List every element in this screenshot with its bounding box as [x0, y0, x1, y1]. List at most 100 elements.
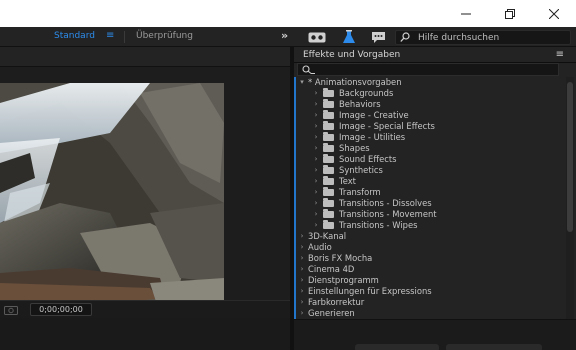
- restore-button[interactable]: [488, 0, 532, 27]
- chevron-right-icon[interactable]: ›: [312, 110, 320, 121]
- chevron-right-icon[interactable]: ›: [298, 264, 306, 275]
- folder-icon: [323, 121, 334, 130]
- tree-item-label: Transitions - Dissolves: [339, 198, 432, 208]
- chevron-right-icon[interactable]: ›: [312, 209, 320, 220]
- tree-item-label: * Animationsvorgaben: [308, 77, 402, 87]
- workspace-overflow-button[interactable]: »: [281, 29, 288, 42]
- help-search-box[interactable]: [395, 30, 571, 45]
- snapshot-camera-icon[interactable]: [4, 304, 18, 315]
- tree-folder-row[interactable]: › Text: [294, 176, 566, 187]
- folder-icon: [323, 209, 334, 218]
- folder-icon: [323, 187, 334, 196]
- panel-title[interactable]: Effekte und Vorgaben: [303, 47, 400, 63]
- tree-item-label: Behaviors: [339, 99, 381, 109]
- lower-panel-button[interactable]: [355, 344, 439, 350]
- window-titlebar: [0, 0, 576, 27]
- workspace-standard-tab[interactable]: Standard: [54, 31, 95, 41]
- folder-icon: [323, 132, 334, 141]
- folder-icon: [323, 143, 334, 152]
- tree-folder-row[interactable]: › Transitions - Dissolves: [294, 198, 566, 209]
- tree-folder-row[interactable]: › Backgrounds: [294, 88, 566, 99]
- tree-category-row[interactable]: ▾ * Animationsvorgaben: [294, 77, 566, 88]
- tree-folder-row[interactable]: › Image - Utilities: [294, 132, 566, 143]
- effects-search-input[interactable]: [318, 64, 554, 75]
- effects-search-box[interactable]: [297, 63, 559, 76]
- search-icon: [400, 32, 410, 42]
- folder-icon: [323, 198, 334, 207]
- vr-headset-icon[interactable]: [306, 30, 328, 44]
- tree-category-row[interactable]: › Boris FX Mocha: [294, 253, 566, 264]
- chevron-right-icon[interactable]: ›: [312, 154, 320, 165]
- tree-category-row[interactable]: › Farbkorrektur: [294, 297, 566, 308]
- chevron-right-icon[interactable]: ›: [312, 198, 320, 209]
- chevron-right-icon[interactable]: ›: [312, 143, 320, 154]
- tree-category-row[interactable]: › Generieren: [294, 308, 566, 319]
- close-icon: [549, 8, 559, 19]
- chevron-right-icon[interactable]: ›: [298, 253, 306, 264]
- search-icon: [302, 65, 315, 74]
- chevron-right-icon[interactable]: ›: [312, 121, 320, 132]
- chevron-down-icon[interactable]: ▾: [298, 77, 306, 88]
- workspace-review-tab[interactable]: Überprüfung: [136, 31, 193, 41]
- chevron-right-icon[interactable]: ›: [298, 286, 306, 297]
- composition-viewer: 0;00;00;00: [0, 47, 290, 350]
- tree-item-label: Transitions - Movement: [339, 209, 437, 219]
- tree-folder-row[interactable]: › Synthetics: [294, 165, 566, 176]
- tree-folder-row[interactable]: › Transform: [294, 187, 566, 198]
- tree-scrollbar-thumb[interactable]: [567, 82, 573, 232]
- tree-item-label: Dienstprogramm: [308, 275, 379, 285]
- chevron-right-icon[interactable]: ›: [312, 220, 320, 231]
- tree-item-label: Transform: [339, 187, 381, 197]
- tree-category-row[interactable]: › Einstellungen für Expressions: [294, 286, 566, 297]
- tree-item-label: Farbkorrektur: [308, 297, 365, 307]
- minimize-button[interactable]: [444, 0, 488, 27]
- tree-item-label: Transitions - Wipes: [339, 220, 418, 230]
- close-button[interactable]: [532, 0, 576, 27]
- tree-folder-row[interactable]: › Shapes: [294, 143, 566, 154]
- tree-folder-row[interactable]: › Sound Effects: [294, 154, 566, 165]
- timecode-field[interactable]: 0;00;00;00: [30, 303, 92, 316]
- lower-panel-button[interactable]: [446, 344, 542, 350]
- workspace-menu-icon[interactable]: ≡: [106, 31, 114, 41]
- tree-folder-row[interactable]: › Transitions - Wipes: [294, 220, 566, 231]
- tree-folder-row[interactable]: › Image - Creative: [294, 110, 566, 121]
- tree-item-label: Sound Effects: [339, 154, 397, 164]
- folder-icon: [323, 88, 334, 97]
- learn-flask-icon[interactable]: [340, 30, 358, 44]
- chevron-right-icon[interactable]: ›: [312, 176, 320, 187]
- folder-icon: [323, 99, 334, 108]
- chevron-right-icon[interactable]: ›: [298, 297, 306, 308]
- chevron-right-icon[interactable]: ›: [312, 165, 320, 176]
- tree-category-row[interactable]: › Cinema 4D: [294, 264, 566, 275]
- folder-icon: [323, 110, 334, 119]
- folder-icon: [323, 154, 334, 163]
- tree-folder-row[interactable]: › Behaviors: [294, 99, 566, 110]
- chevron-right-icon[interactable]: ›: [298, 231, 306, 242]
- chevron-right-icon[interactable]: ›: [298, 308, 306, 319]
- effects-presets-panel: Effekte und Vorgaben ≡ ▾ * Animationsvorg…: [294, 47, 576, 319]
- chevron-right-icon[interactable]: ›: [312, 99, 320, 110]
- chevron-right-icon[interactable]: ›: [298, 275, 306, 286]
- panel-menu-icon[interactable]: ≡: [556, 50, 564, 60]
- tree-folder-row[interactable]: › Transitions - Movement: [294, 209, 566, 220]
- tree-category-row[interactable]: › 3D-Kanal: [294, 231, 566, 242]
- tree-item-label: Cinema 4D: [308, 264, 355, 274]
- tree-category-row[interactable]: › Dienstprogramm: [294, 275, 566, 286]
- tree-item-label: Audio: [308, 242, 332, 252]
- chevron-right-icon[interactable]: ›: [312, 132, 320, 143]
- restore-icon: [505, 8, 515, 19]
- tree-category-row[interactable]: › Audio: [294, 242, 566, 253]
- chat-bubble-icon[interactable]: [369, 30, 387, 44]
- effects-tree: ▾ * Animationsvorgaben › Backgrounds › Behavi…: [294, 77, 566, 319]
- folder-icon: [323, 165, 334, 174]
- tree-item-label: Boris FX Mocha: [308, 253, 373, 263]
- tree-folder-row[interactable]: › Image - Special Effects: [294, 121, 566, 132]
- tree-item-label: Einstellungen für Expressions: [308, 286, 432, 296]
- tree-item-label: Backgrounds: [339, 88, 394, 98]
- chevron-right-icon[interactable]: ›: [298, 242, 306, 253]
- chevron-right-icon[interactable]: ›: [312, 187, 320, 198]
- tree-item-label: Image - Creative: [339, 110, 409, 120]
- help-search-input[interactable]: [418, 32, 568, 44]
- viewer-bottom-strip: [0, 318, 290, 350]
- chevron-right-icon[interactable]: ›: [312, 88, 320, 99]
